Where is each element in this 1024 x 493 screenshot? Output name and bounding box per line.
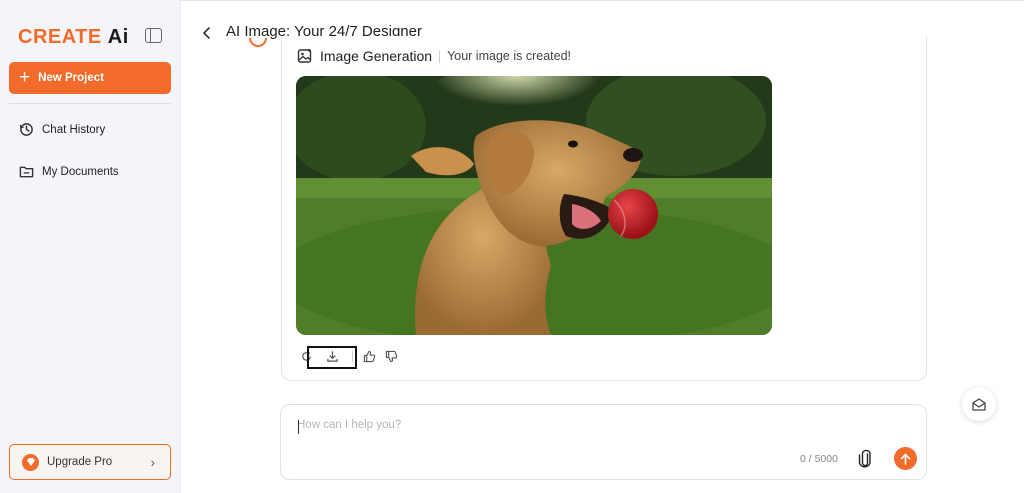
send-button[interactable] [894,447,917,470]
sidebar-item-label: Chat History [42,123,106,136]
character-counter: 0 / 5000 [800,453,838,465]
thumbs-down-icon[interactable] [384,349,398,363]
sidebar-item-label: My Documents [42,165,119,178]
app-logo[interactable]: CREATE Ai [18,26,129,48]
logo-suffix: Ai [107,25,129,48]
upgrade-label: Upgrade Pro [47,456,113,468]
generation-status: Your image is created! [447,49,571,63]
generated-image[interactable] [296,76,772,335]
top-divider [181,0,1024,1]
image-icon [297,49,312,63]
generation-header: Image Generation Your image is created! [297,48,571,64]
attachment-icon[interactable] [858,449,872,469]
sidebar-divider [9,103,171,104]
history-icon [19,123,33,136]
new-project-button[interactable]: + New Project [9,62,171,94]
diamond-icon [22,453,39,471]
new-project-label: New Project [38,72,104,84]
golden-retriever-photo [296,76,772,335]
generation-label: Image Generation [320,48,433,64]
sidebar-item-my-documents[interactable]: My Documents [19,164,119,179]
thumbs-up-icon[interactable] [362,349,376,363]
download-highlight-box [307,346,357,369]
plus-icon: + [19,66,31,88]
back-button[interactable] [201,24,215,42]
chevron-left-icon [202,27,210,39]
chat-composer: 0 / 5000 [280,404,927,480]
sidebar: CREATE Ai + New Project Chat History My … [0,0,181,493]
upgrade-pro-button[interactable]: Upgrade Pro › [9,444,171,480]
header-divider [439,49,441,63]
floating-feedback-button[interactable] [962,387,996,421]
mail-icon [972,397,986,411]
message-input[interactable] [297,419,897,431]
folder-icon [19,166,34,178]
text-caret [298,420,299,434]
chevron-right-icon: › [150,455,155,470]
sidebar-item-chat-history[interactable]: Chat History [19,122,105,137]
arrow-up-icon [900,452,911,465]
sidebar-toggle-icon[interactable] [145,28,162,43]
logo-brand: CREATE [18,25,102,48]
